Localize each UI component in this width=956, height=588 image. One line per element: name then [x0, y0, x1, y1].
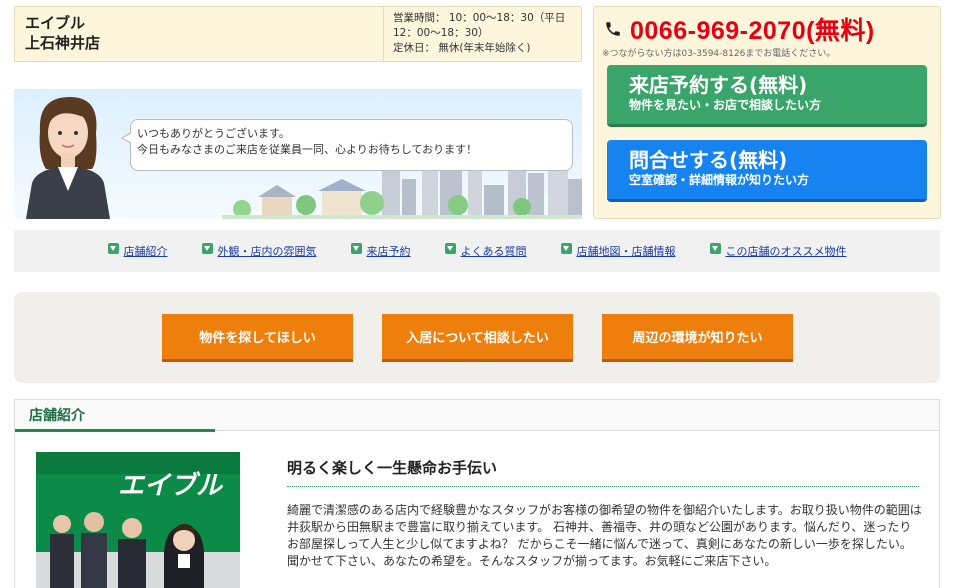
inquiry-button-subtitle: 空室確認・詳細情報が知りたい方: [629, 173, 810, 187]
down-arrow-icon: [444, 242, 456, 254]
intro-body: 綺麗で清潔感のある店内で経験豊かなスタッフがお客様の御希望の物件を御紹介いたしま…: [287, 503, 922, 568]
down-arrow-icon: [709, 242, 721, 254]
nav-item-reservation[interactable]: 来店予約: [350, 242, 411, 259]
branch-name: 上石神井店: [25, 34, 101, 52]
down-arrow-icon: [350, 242, 362, 254]
nav-label: 店舗地図・店舗情報: [576, 245, 676, 258]
nav-label: よくある質問: [460, 245, 527, 258]
greeting-banner: いつもありがとうございます。 今日もみなさまのご来店を従業員一同、心よりお待ちし…: [14, 89, 582, 219]
phone-note: ※つながらない方は03-3594-8126までお電話ください。: [602, 49, 836, 59]
nav-label: 外観・店内の雰囲気: [217, 245, 317, 258]
shop-name: エイブル 上石神井店: [25, 13, 100, 53]
down-arrow-icon: [560, 242, 572, 254]
brand-name: エイブル: [25, 14, 86, 32]
staff-photo-image: エイブル: [36, 452, 240, 588]
visit-reservation-button[interactable]: 来店予約する(無料) 物件を見たい・お店で相談したい方: [607, 65, 927, 127]
shop-hours: 営業時間： 10：00～18：30（平日 12：00～18：30） 定休日： 無…: [383, 7, 583, 61]
greeting-line-2: 今日もみなさまのご来店を従業員一同、心よりお待ちしております！: [137, 143, 478, 156]
greeting-bubble: いつもありがとうございます。 今日もみなさまのご来店を従業員一同、心よりお待ちし…: [121, 119, 573, 171]
section-title: 店舗紹介: [29, 408, 85, 424]
shop-intro-section: 店舗紹介 エイブル 明るく楽しく一生懸命お手伝い 綺麗で清潔感のある店内で経験豊…: [14, 399, 940, 588]
neighborhood-info-button[interactable]: 周辺の環境が知りたい: [602, 314, 793, 362]
inquiry-button-title: 問合せする(無料): [629, 148, 788, 172]
down-arrow-icon: [107, 242, 119, 254]
section-title-underline: [15, 429, 215, 432]
phone-row[interactable]: 0066-969-2070(無料): [604, 13, 875, 45]
visit-button-title: 来店予約する(無料): [629, 73, 808, 97]
visit-button-subtitle: 物件を見たい・お店で相談したい方: [629, 98, 822, 112]
phone-icon: [606, 22, 620, 36]
holiday-line: 定休日： 無休(年末年始除く): [393, 42, 531, 54]
hours-line-1: 営業時間： 10：00～18：30（平日: [393, 12, 566, 24]
nav-label: 来店予約: [366, 245, 411, 258]
photo-logo-text: エイブル: [118, 471, 224, 501]
greeting-line-1: いつもありがとうございます。: [137, 127, 290, 140]
intro-heading: 明るく楽しく一生懸命お手伝い: [287, 457, 919, 487]
nav-item-map[interactable]: 店舗地図・店舗情報: [560, 242, 676, 259]
down-arrow-icon: [201, 242, 213, 254]
anchor-nav: 店舗紹介 外観・店内の雰囲気 来店予約 よくある質問 店舗地図・店舗情報 この店…: [14, 230, 940, 272]
shop-header: エイブル 上石神井店 営業時間： 10：00～18：30（平日 12：00～18…: [14, 6, 582, 62]
hours-line-2: 12：00～18：30）: [393, 27, 489, 39]
phone-number[interactable]: 0066-969-2070(無料): [630, 11, 875, 47]
inquiry-button[interactable]: 問合せする(無料) 空室確認・詳細情報が知りたい方: [607, 140, 927, 202]
consult-panel: 物件を探してほしい 入居について相談したい 周辺の環境が知りたい: [14, 292, 940, 383]
section-header: 店舗紹介: [15, 400, 939, 432]
nav-label: 店舗紹介: [123, 245, 168, 258]
staff-character-illustration: [26, 97, 110, 219]
nav-item-atmosphere[interactable]: 外観・店内の雰囲気: [201, 242, 317, 259]
nav-label: この店舗のオススメ物件: [725, 245, 847, 258]
contact-box: 0066-969-2070(無料) ※つながらない方は03-3594-8126ま…: [593, 6, 941, 219]
move-in-consult-button[interactable]: 入居について相談したい: [382, 314, 573, 362]
staff-photo: エイブル: [36, 452, 240, 588]
nav-item-shop-intro[interactable]: 店舗紹介: [107, 242, 168, 259]
nav-item-faq[interactable]: よくある質問: [444, 242, 527, 259]
nav-item-recommended[interactable]: この店舗のオススメ物件: [709, 242, 847, 259]
find-property-button[interactable]: 物件を探してほしい: [162, 314, 353, 362]
